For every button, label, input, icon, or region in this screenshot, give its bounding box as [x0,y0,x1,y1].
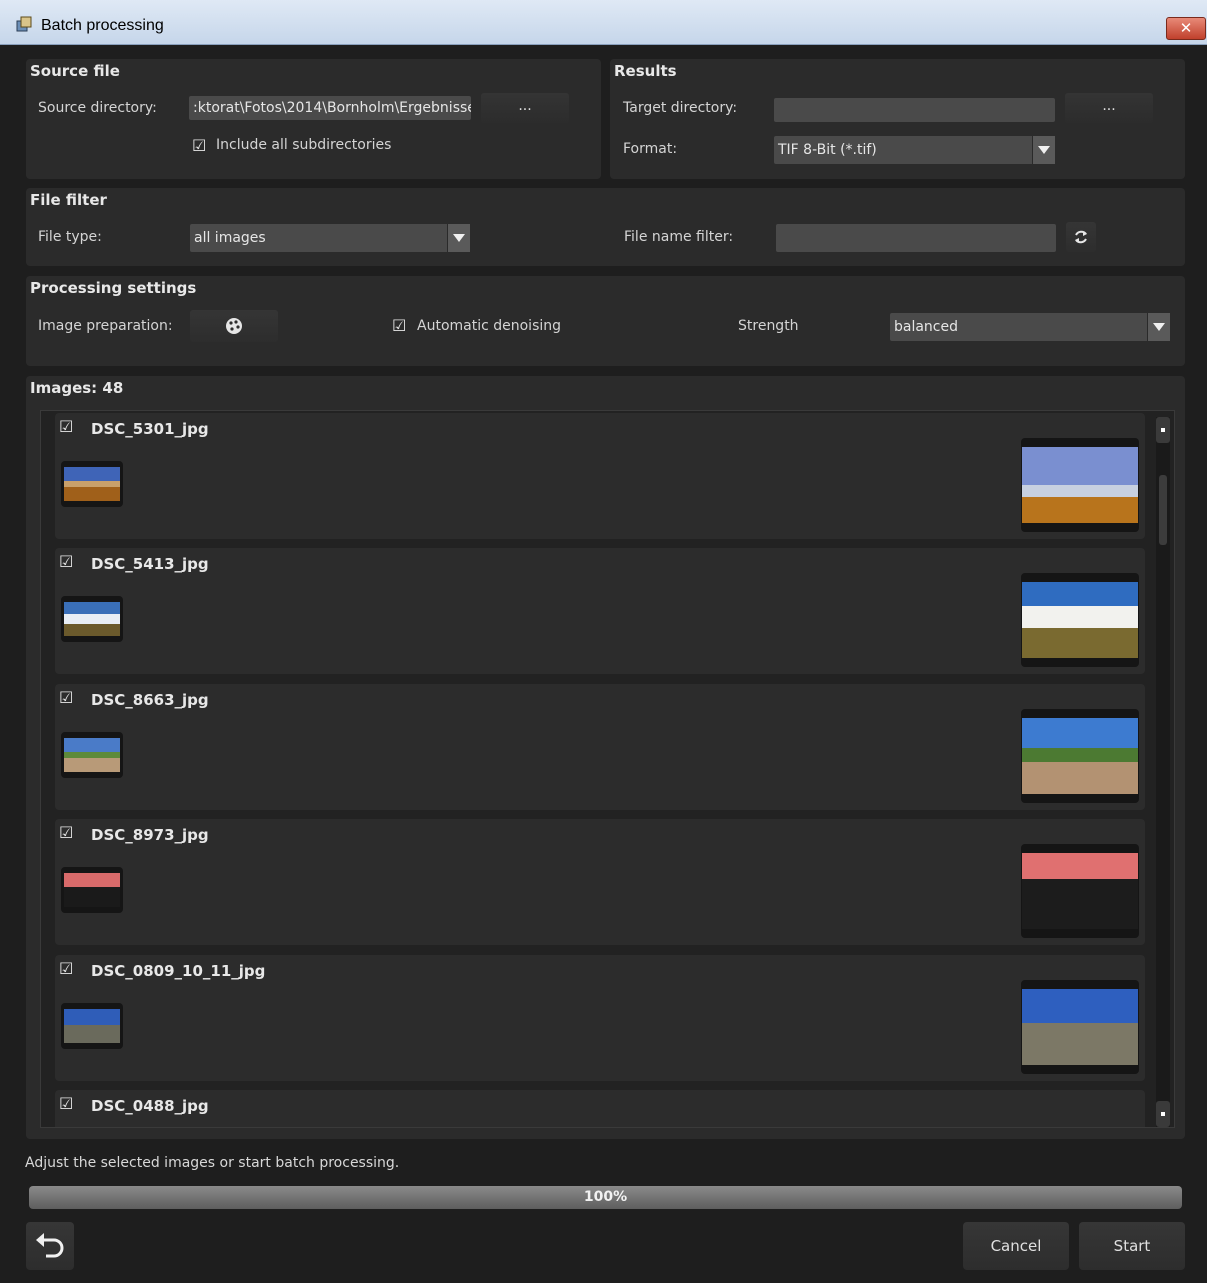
image-list-item[interactable]: ☑ DSC_0488_jpg [55,1090,1145,1127]
preview-thumbnail-image [1022,853,1138,929]
undo-button[interactable] [26,1222,74,1270]
original-thumbnail-image [64,467,120,501]
image-list-scrollbar[interactable] [1156,417,1170,1127]
original-thumbnail[interactable] [61,867,123,913]
preview-thumbnail-image [1022,718,1138,794]
source-directory-input[interactable]: :ktorat\Fotos\2014\Bornholm\Ergebnisse [189,96,471,120]
progress-bar: 100% [29,1186,1182,1209]
image-name: DSC_0809_10_11_jpg [91,962,266,980]
image-name: DSC_0488_jpg [91,1097,209,1115]
image-name: DSC_8973_jpg [91,826,209,844]
palette-icon [226,318,242,334]
preview-thumbnail-image [1022,989,1138,1065]
scroll-thumb[interactable] [1159,475,1167,545]
title-bar: Batch processing ✕ [0,0,1207,45]
target-browse-button[interactable]: ... [1065,93,1153,123]
source-browse-button[interactable]: ... [481,93,569,123]
processing-settings-panel: Processing settings Image preparation: ☑… [26,276,1185,366]
image-select-checkbox[interactable]: ☑ [59,419,75,435]
refresh-icon [1075,230,1087,244]
image-select-checkbox[interactable]: ☑ [59,554,75,570]
image-name: DSC_8663_jpg [91,691,209,709]
image-name: DSC_5413_jpg [91,555,209,573]
chevron-down-icon [447,224,470,252]
images-count-header: Images: 48 [30,379,124,397]
results-panel: Results Target directory: ... Format: TI… [610,59,1185,179]
include-subdirectories-label: Include all subdirectories [216,137,392,153]
preview-thumbnail[interactable] [1021,980,1139,1074]
format-select-value: TIF 8-Bit (*.tif) [778,142,877,158]
original-thumbnail-image [64,602,120,636]
source-directory-label: Source directory: [38,100,157,116]
refresh-button[interactable] [1066,222,1096,252]
close-button[interactable]: ✕ [1166,17,1206,40]
file-name-filter-input[interactable] [776,224,1056,252]
format-select[interactable]: TIF 8-Bit (*.tif) [774,136,1055,164]
image-name: DSC_5301_jpg [91,420,209,438]
preview-thumbnail[interactable] [1021,438,1139,532]
image-select-checkbox[interactable]: ☑ [59,1096,75,1112]
image-preparation-button[interactable] [190,310,278,342]
preview-thumbnail-image [1022,582,1138,658]
file-type-select[interactable]: all images [190,224,470,252]
include-subdirectories-checkbox[interactable]: ☑ [192,138,208,154]
progress-label: 100% [583,1189,628,1205]
source-file-panel: Source file Source directory: :ktorat\Fo… [26,59,601,179]
chevron-down-icon [1147,313,1170,341]
status-text: Adjust the selected images or start batc… [25,1155,400,1171]
strength-label: Strength [738,318,799,334]
start-button[interactable]: Start [1079,1222,1185,1270]
preview-thumbnail[interactable] [1021,709,1139,803]
strength-select[interactable]: balanced [890,313,1170,341]
file-name-filter-label: File name filter: [624,229,734,245]
target-directory-input[interactable] [774,98,1055,122]
undo-icon [36,1233,64,1258]
source-file-title: Source file [30,62,120,80]
strength-select-value: balanced [894,319,959,335]
image-preparation-label: Image preparation: [38,318,173,334]
image-list-item[interactable]: ☑ DSC_5413_jpg [55,548,1145,674]
image-list-item[interactable]: ☑ DSC_8663_jpg [55,684,1145,810]
automatic-denoising-label: Automatic denoising [417,318,562,334]
image-list-item[interactable]: ☑ DSC_8973_jpg [55,819,1145,945]
image-list-item[interactable]: ☑ DSC_5301_jpg [55,413,1145,539]
app-icon [16,16,32,32]
original-thumbnail-image [64,1009,120,1043]
dialog-body: Source file Source directory: :ktorat\Fo… [0,45,1207,1283]
image-select-checkbox[interactable]: ☑ [59,961,75,977]
image-select-checkbox[interactable]: ☑ [59,825,75,841]
preview-thumbnail-image [1022,447,1138,523]
file-type-select-value: all images [194,230,266,246]
scroll-down-button[interactable] [1156,1101,1170,1127]
original-thumbnail[interactable] [61,732,123,778]
image-list-item[interactable]: ☑ DSC_0809_10_11_jpg [55,955,1145,1081]
window-title: Batch processing [41,17,164,34]
preview-thumbnail[interactable] [1021,844,1139,938]
scroll-up-button[interactable] [1156,417,1170,443]
close-icon: ✕ [1179,19,1193,37]
image-list[interactable]: ☑ DSC_5301_jpg ☑ DSC_5413_jpg ☑ DSC_8663… [40,410,1175,1128]
cancel-button[interactable]: Cancel [963,1222,1069,1270]
original-thumbnail-image [64,738,120,772]
original-thumbnail-image [64,873,120,907]
target-directory-label: Target directory: [623,100,738,116]
file-filter-panel: File filter File type: all images File n… [26,188,1185,266]
results-title: Results [614,62,677,80]
automatic-denoising-checkbox[interactable]: ☑ [392,318,408,334]
image-select-checkbox[interactable]: ☑ [59,690,75,706]
format-label: Format: [623,141,678,157]
file-filter-title: File filter [30,191,107,209]
file-type-label: File type: [38,229,102,245]
chevron-down-icon [1032,136,1055,164]
original-thumbnail[interactable] [61,596,123,642]
original-thumbnail[interactable] [61,1003,123,1049]
original-thumbnail[interactable] [61,461,123,507]
preview-thumbnail[interactable] [1021,573,1139,667]
processing-settings-title: Processing settings [30,279,197,297]
